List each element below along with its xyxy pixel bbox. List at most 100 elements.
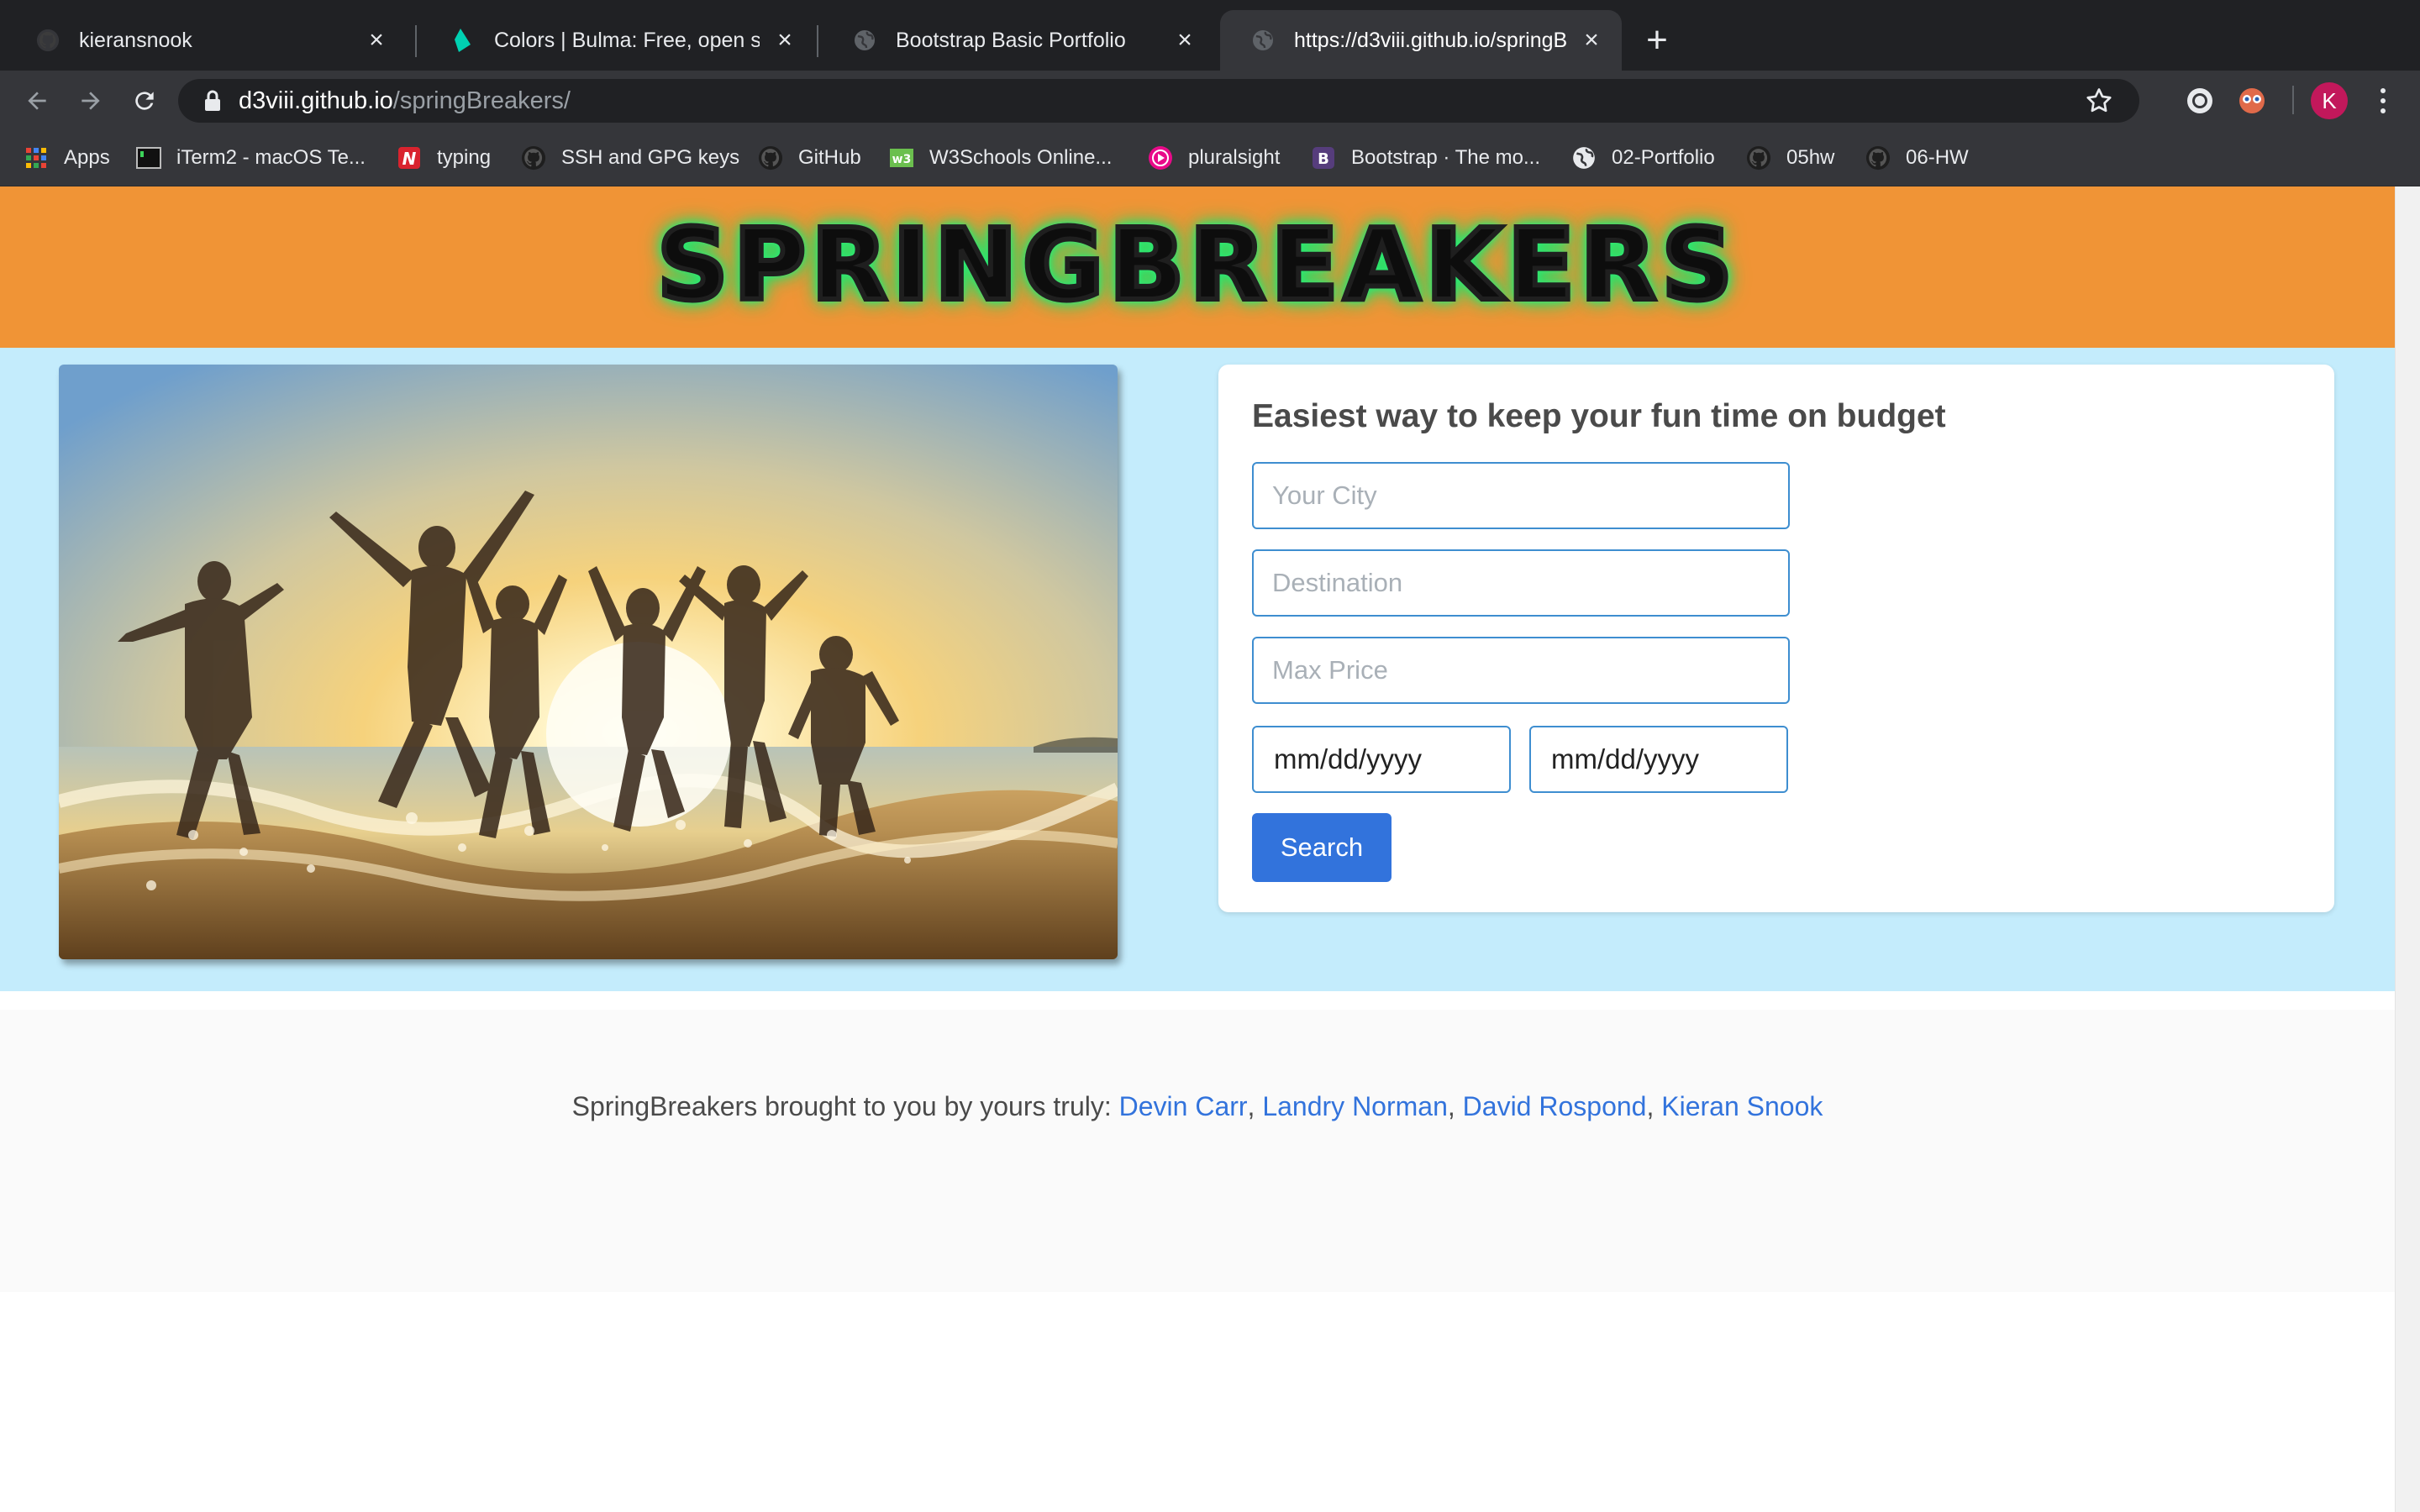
n-logo-icon: N	[397, 145, 422, 171]
start-date-value: mm/dd/yyyy	[1274, 743, 1423, 774]
page-viewport: SPRINGBREAKERS Easiest way to keep your …	[0, 186, 2395, 1512]
bookmarks-bar: Apps iTerm2 - macOS Te... N typing SSH a…	[0, 131, 2420, 186]
tab-bulma-colors[interactable]: Colors | Bulma: Free, open source ×	[420, 10, 815, 71]
bookmark-label: SSH and GPG keys	[561, 146, 740, 169]
w3schools-icon: w3	[889, 145, 914, 171]
credits-text: SpringBreakers brought to you by yours t…	[0, 1010, 2395, 1203]
address-bar[interactable]: d3viii.github.io/springBreakers/	[178, 79, 2139, 123]
author-link[interactable]: Kieran Snook	[1661, 1091, 1823, 1122]
bootstrap-icon: B	[1311, 145, 1336, 171]
bookmark-02-portfolio[interactable]: 02-Portfolio	[1571, 143, 1715, 173]
extension-icon[interactable]	[2235, 84, 2269, 118]
globe-icon	[1250, 28, 1276, 53]
bookmark-label: iTerm2 - macOS Te...	[176, 146, 366, 169]
beach-photo	[59, 365, 1118, 959]
extension-icon[interactable]	[2183, 84, 2217, 118]
svg-text:N: N	[402, 149, 417, 169]
bookmark-github[interactable]: GitHub	[758, 143, 861, 173]
new-tab-button[interactable]: +	[1639, 19, 1676, 60]
forward-arrow-icon	[82, 92, 100, 110]
toolbar-divider	[2292, 86, 2294, 114]
bookmark-label: Apps	[64, 146, 110, 169]
tab-title: kieransnook	[79, 28, 192, 52]
author-link[interactable]: Devin Carr	[1119, 1091, 1248, 1122]
profile-avatar[interactable]: K	[2311, 82, 2348, 119]
tab-title: https://d3viii.github.io/springBreakers/	[1294, 28, 1566, 52]
card-title: Easiest way to keep your fun time on bud…	[1252, 398, 1946, 434]
bookmark-label: 05hw	[1786, 146, 1835, 169]
github-icon	[521, 145, 546, 171]
tab-strip: kieransnook × Colors | Bulma: Free, open…	[0, 0, 2420, 71]
site-header: SPRINGBREAKERS	[0, 186, 2395, 348]
close-icon[interactable]: ×	[771, 26, 798, 54]
author-link[interactable]: Landry Norman	[1262, 1091, 1448, 1122]
end-date-input[interactable]: mm/dd/yyyy	[1529, 726, 1788, 793]
bookmark-label: 06-HW	[1906, 146, 1969, 169]
terminal-icon	[136, 145, 161, 171]
credits-separator: ,	[1447, 1090, 1463, 1121]
bookmark-star-icon[interactable]	[2084, 86, 2114, 116]
bookmark-ssh-gpg[interactable]: SSH and GPG keys	[521, 143, 739, 173]
url-path: /springBreakers/	[392, 87, 571, 114]
start-date-input[interactable]: mm/dd/yyyy	[1252, 726, 1511, 793]
credits-prefix: SpringBreakers brought to you by yours t…	[571, 1090, 1112, 1121]
github-icon	[758, 145, 783, 171]
bookmark-apps[interactable]: Apps	[24, 143, 110, 173]
credits-separator: ,	[1247, 1090, 1263, 1121]
bookmark-w3schools[interactable]: w3 W3Schools Online...	[889, 143, 1112, 173]
browser-toolbar: d3viii.github.io/springBreakers/	[0, 71, 2420, 131]
bookmark-label: pluralsight	[1188, 146, 1281, 169]
tab-title: Bootstrap Basic Portfolio	[896, 28, 1126, 52]
tab-divider	[817, 25, 818, 57]
pluralsight-icon	[1148, 145, 1173, 171]
vertical-scrollbar[interactable]	[2395, 186, 2420, 1512]
tab-springbreakers[interactable]: https://d3viii.github.io/springBreakers/…	[1220, 10, 1622, 71]
close-icon[interactable]: ×	[363, 26, 390, 54]
tab-title: Colors | Bulma: Free, open source	[494, 28, 760, 52]
forward-button[interactable]	[69, 79, 113, 123]
github-icon	[1746, 145, 1771, 171]
svg-text:B: B	[1318, 150, 1329, 168]
back-button[interactable]	[15, 79, 59, 123]
bookmark-label: GitHub	[798, 146, 861, 169]
reload-icon	[135, 92, 154, 110]
city-input[interactable]	[1252, 462, 1790, 529]
apps-grid-icon	[24, 145, 49, 171]
globe-icon	[1571, 145, 1597, 171]
author-link[interactable]: David Rospond	[1463, 1091, 1647, 1122]
tab-bootstrap-portfolio[interactable]: Bootstrap Basic Portfolio ×	[822, 10, 1215, 71]
bookmark-bootstrap[interactable]: B Bootstrap · The mo...	[1311, 143, 1540, 173]
bookmark-pluralsight[interactable]: pluralsight	[1148, 143, 1280, 173]
bookmark-05hw[interactable]: 05hw	[1746, 143, 1834, 173]
github-icon	[35, 28, 60, 53]
close-icon[interactable]: ×	[1578, 26, 1605, 54]
springbreakers-logo: SPRINGBREAKERS	[655, 204, 1739, 325]
credits-separator: ,	[1646, 1090, 1662, 1121]
bulma-icon	[450, 28, 476, 53]
main-section: Easiest way to keep your fun time on bud…	[0, 348, 2395, 991]
end-date-value: mm/dd/yyyy	[1551, 743, 1700, 774]
tab-divider	[415, 25, 417, 57]
bookmark-label: typing	[437, 146, 492, 169]
search-card: Easiest way to keep your fun time on bud…	[1218, 365, 2334, 912]
bookmark-label: W3Schools Online...	[929, 146, 1113, 169]
tab-kieransnook[interactable]: kieransnook ×	[5, 10, 407, 71]
bookmark-06-hw[interactable]: 06-HW	[1865, 143, 1969, 173]
globe-icon	[852, 28, 877, 53]
max-price-input[interactable]	[1252, 637, 1790, 704]
back-arrow-icon	[28, 92, 46, 110]
url-host: d3viii.github.io	[239, 87, 393, 114]
bookmark-label: 02-Portfolio	[1612, 146, 1715, 169]
bookmark-iterm2[interactable]: iTerm2 - macOS Te...	[136, 143, 366, 173]
destination-input[interactable]	[1252, 549, 1790, 617]
bookmark-typing[interactable]: N typing	[397, 143, 491, 173]
menu-kebab-icon[interactable]	[2375, 84, 2391, 118]
svg-text:w3: w3	[892, 153, 912, 166]
site-footer: SpringBreakers brought to you by yours t…	[0, 1010, 2395, 1292]
search-button[interactable]: Search	[1252, 813, 1392, 882]
github-icon	[1865, 145, 1891, 171]
close-icon[interactable]: ×	[1171, 26, 1198, 54]
reload-button[interactable]	[123, 79, 166, 123]
lock-icon	[205, 90, 220, 111]
bookmark-label: Bootstrap · The mo...	[1351, 146, 1540, 169]
